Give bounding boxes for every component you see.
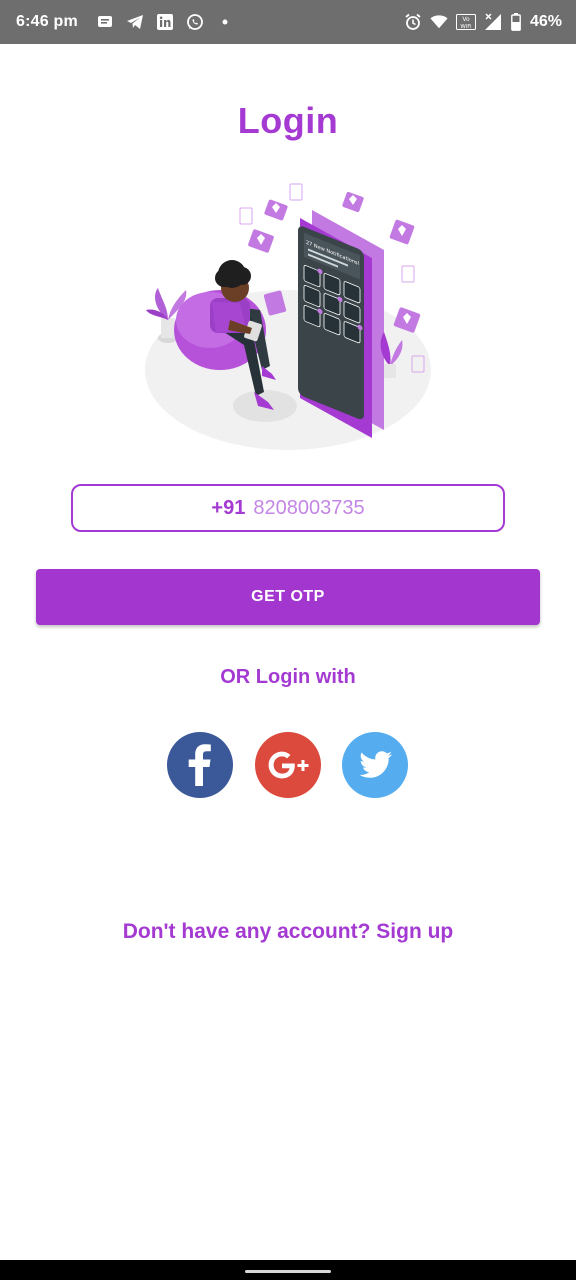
telegram-icon [126, 13, 144, 31]
phone-input[interactable]: +91 8208003735 [71, 484, 505, 532]
message-icon [96, 13, 114, 31]
page-title: Login [237, 100, 339, 141]
whatsapp-icon [186, 13, 204, 31]
signup-link[interactable]: Don't have any account? Sign up [0, 920, 576, 944]
battery-percentage: 46% [529, 13, 562, 30]
country-code: +91 [211, 496, 246, 519]
wifi-icon [430, 13, 448, 31]
login-illustration: 27 New Notifications! [140, 170, 440, 460]
home-gesture-handle[interactable] [245, 1270, 331, 1273]
facebook-icon [188, 744, 211, 786]
get-otp-button[interactable]: GET OTP [36, 569, 540, 625]
dot-icon [216, 13, 234, 31]
alarm-icon [404, 13, 422, 31]
svg-text:WiFi: WiFi [460, 24, 472, 30]
twitter-icon [359, 751, 392, 778]
or-login-with-label: OR Login with [220, 666, 356, 688]
status-bar: 6:46 pm Vo WiFi 46% [0, 0, 576, 44]
google-plus-login-button[interactable] [255, 732, 321, 798]
linkedin-icon [156, 13, 174, 31]
navigation-bar [0, 1260, 576, 1280]
vowifi-icon: Vo WiFi [455, 13, 476, 31]
battery-icon [510, 13, 522, 31]
svg-text:Vo: Vo [462, 16, 470, 23]
facebook-login-button[interactable] [167, 732, 233, 798]
twitter-login-button[interactable] [342, 732, 408, 798]
phone-number-value: 8208003735 [253, 496, 365, 519]
google-plus-icon [268, 751, 309, 779]
status-time: 6:46 pm [16, 13, 78, 30]
signal-icon [484, 13, 502, 31]
